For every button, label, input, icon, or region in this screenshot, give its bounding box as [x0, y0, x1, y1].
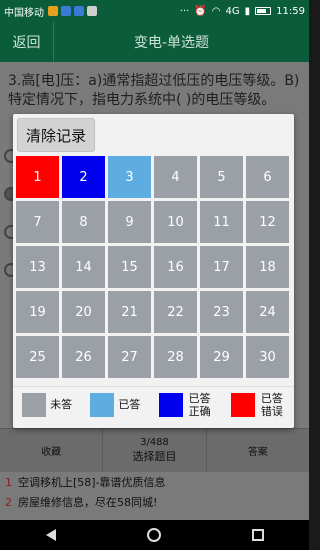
question-cell-23[interactable]: 23: [200, 291, 243, 333]
legend-swatch: [158, 392, 183, 417]
app-notification-icon: [74, 6, 84, 16]
question-cell-12[interactable]: 12: [246, 201, 289, 243]
ad-text: 房屋维修信息，尽在58同城!: [18, 496, 158, 509]
select-question-label: 选择题目: [132, 450, 177, 463]
back-button[interactable]: 返回: [0, 22, 54, 62]
question-cell-17[interactable]: 17: [200, 246, 243, 288]
ad-text: 空调移机上[58]-靠谱优质信息: [18, 476, 166, 489]
action-bar: 收藏 3/488 选择题目 答案: [0, 428, 309, 472]
legend-label: 已答错误: [260, 391, 283, 418]
notification-icons: [48, 6, 97, 16]
question-cell-6[interactable]: 6: [246, 156, 289, 198]
question-cell-26[interactable]: 26: [62, 336, 105, 378]
network-type: 4G: [225, 5, 240, 17]
question-text: 3.高[电]压：a)通常指超过低压的电压等级。B)特定情况下，指电力系统中( )…: [8, 73, 300, 108]
legend-swatch: [90, 392, 115, 417]
ad-list: 1 空调移机上[58]-靠谱优质信息 2 房屋维修信息，尽在58同城!: [0, 472, 309, 520]
question-cell-29[interactable]: 29: [200, 336, 243, 378]
nav-recents-icon[interactable]: [251, 529, 264, 541]
legend-swatch: [230, 392, 255, 417]
question-cell-19[interactable]: 19: [16, 291, 59, 333]
answer-button[interactable]: 答案: [207, 429, 309, 472]
status-legend: 未答 已答 已答正确 已答错误: [13, 386, 294, 422]
question-cell-22[interactable]: 22: [154, 291, 197, 333]
answer-label: 答案: [247, 447, 268, 458]
question-cell-7[interactable]: 7: [16, 201, 59, 243]
question-cell-2[interactable]: 2: [62, 156, 105, 198]
app-notification-icon: [48, 6, 58, 16]
legend-item-answered: 已答: [90, 392, 141, 417]
app-notification-icon: [61, 6, 71, 16]
question-cell-3[interactable]: 3: [108, 156, 151, 198]
question-cell-14[interactable]: 14: [62, 246, 105, 288]
question-cell-4[interactable]: 4: [154, 156, 197, 198]
question-cell-5[interactable]: 5: [200, 156, 243, 198]
legend-label: 已答: [118, 398, 141, 411]
question-cell-30[interactable]: 30: [246, 336, 289, 378]
legend-item-unanswered: 未答: [22, 392, 73, 417]
app-notification-icon: [87, 6, 97, 16]
favorite-button[interactable]: 收藏: [0, 429, 104, 472]
select-question-button[interactable]: 3/488 选择题目: [103, 429, 207, 472]
clock: 11:59: [276, 5, 305, 17]
carrier-name: 中国移动: [4, 7, 44, 19]
status-bar: 中国移动 ··· ⏰ ◠ 4G ▮ 11:59: [0, 0, 309, 22]
question-cell-27[interactable]: 27: [108, 336, 151, 378]
legend-item-wrong: 已答错误: [230, 391, 285, 418]
ad-item[interactable]: 2 房屋维修信息，尽在58同城!: [5, 492, 309, 512]
question-cell-16[interactable]: 16: [154, 246, 197, 288]
question-cell-15[interactable]: 15: [108, 246, 151, 288]
status-right: ··· ⏰ ◠ 4G ▮ 11:59: [180, 6, 305, 17]
signal-icon: ▮: [244, 5, 251, 17]
question-picker-dialog: 清除记录 1 2 3 4 5 6 7 8 9 10 11 12 13 14 15 16 17 18 19 20 21 22…: [13, 114, 294, 428]
battery-icon: [255, 7, 272, 15]
question-cell-8[interactable]: 8: [62, 201, 105, 243]
nav-back-icon[interactable]: [45, 529, 56, 541]
more-icon: ···: [179, 5, 190, 17]
title-bar: 返回 变电-单选题: [0, 22, 309, 62]
question-cell-13[interactable]: 13: [16, 246, 59, 288]
legend-item-correct: 已答正确: [158, 391, 213, 418]
question-grid: 1 2 3 4 5 6 7 8 9 10 11 12 13 14 15 16 17 18 19 20 21 22 23 24 2…: [16, 156, 292, 378]
ad-item[interactable]: 1 空调移机上[58]-靠谱优质信息: [5, 472, 309, 492]
legend-swatch: [22, 392, 47, 417]
ad-number: 1: [5, 475, 12, 489]
legend-label: 未答: [50, 398, 73, 411]
system-nav-bar: [0, 520, 309, 550]
alarm-icon: ⏰: [194, 5, 207, 17]
question-cell-20[interactable]: 20: [62, 291, 105, 333]
legend-label: 已答正确: [188, 391, 211, 418]
favorite-label: 收藏: [41, 447, 62, 458]
question-cell-11[interactable]: 11: [200, 201, 243, 243]
question-cell-24[interactable]: 24: [246, 291, 289, 333]
page-title: 变电-单选题: [133, 35, 210, 51]
question-cell-28[interactable]: 28: [154, 336, 197, 378]
question-cell-21[interactable]: 21: [108, 291, 151, 333]
clear-records-button[interactable]: 清除记录: [17, 118, 95, 152]
wifi-icon: ◠: [211, 5, 221, 17]
question-cell-1[interactable]: 1: [16, 156, 59, 198]
question-progress: 3/488: [140, 437, 169, 448]
question-cell-18[interactable]: 18: [246, 246, 289, 288]
ad-number: 2: [5, 495, 12, 509]
question-cell-10[interactable]: 10: [154, 201, 197, 243]
question-cell-25[interactable]: 25: [16, 336, 59, 378]
nav-home-icon[interactable]: [146, 528, 161, 542]
question-cell-9[interactable]: 9: [108, 201, 151, 243]
